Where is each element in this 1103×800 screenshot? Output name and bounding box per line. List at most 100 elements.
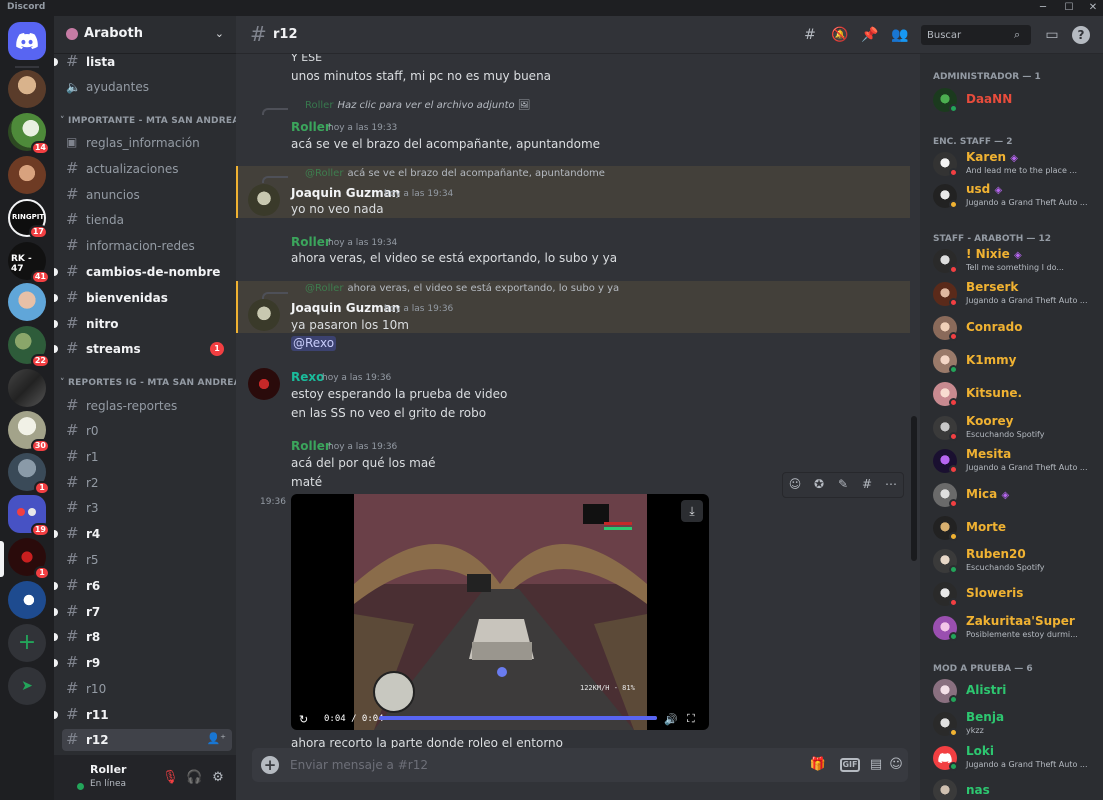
sticker-icon[interactable]: ▤ <box>866 756 886 774</box>
super-reaction-icon[interactable]: ✪ <box>809 477 829 491</box>
pinned-messages-icon[interactable]: 📌 <box>860 26 880 44</box>
minimize-button[interactable]: ─ <box>1031 0 1055 16</box>
member-item[interactable]: Kitsune. <box>928 378 1098 410</box>
channel-r3[interactable]: # r3 <box>62 497 232 519</box>
gift-icon[interactable]: 🎁 <box>808 756 828 774</box>
server-icon[interactable] <box>8 369 46 407</box>
channel-r7[interactable]: # r7 <box>54 601 232 623</box>
server-icon[interactable]: RINGPIT 17 <box>8 199 48 239</box>
message-author[interactable]: Roller <box>291 439 331 453</box>
member-item[interactable]: Conrado <box>928 312 1098 344</box>
server-icon[interactable]: 30 <box>8 411 50 453</box>
channel-r6[interactable]: # r6 <box>54 575 232 597</box>
member-item[interactable]: Loki Jugando a Grand Theft Auto ... <box>928 742 1098 774</box>
member-item[interactable]: Berserk Jugando a Grand Theft Auto ... <box>928 278 1098 310</box>
edit-icon[interactable]: ✎ <box>833 477 853 491</box>
reply-preview[interactable]: @Roller ahora veras, el video se está exp… <box>305 283 619 294</box>
member-item[interactable]: Ruben20 Escuchando Spotify <box>928 545 1098 577</box>
member-list-icon[interactable]: 👥 <box>890 26 910 44</box>
channel-bienvenidas[interactable]: # bienvenidas <box>54 287 232 309</box>
add-server-button[interactable]: + <box>8 624 46 662</box>
explore-servers-button[interactable]: ➤ <box>8 667 46 705</box>
member-item[interactable]: nas <box>928 775 1098 800</box>
emoji-icon[interactable]: ☺ <box>886 756 906 774</box>
server-icon[interactable]: RK - 47 41 <box>8 242 50 284</box>
help-icon[interactable]: ? <box>1072 26 1090 44</box>
member-item[interactable]: DaaNN <box>928 84 1098 116</box>
channel-informacion-redes[interactable]: # informacion-redes <box>62 235 232 257</box>
server-icon[interactable]: 14 <box>8 113 50 155</box>
channel-anuncios[interactable]: # anuncios <box>62 184 232 206</box>
member-item[interactable]: K1mmy <box>928 345 1098 377</box>
server-icon[interactable]: 22 <box>8 326 50 368</box>
video-player[interactable]: 122KM/H - 81% ⤓ ↻ 0:04 / 0:04 🔊 ⛶ <box>291 494 709 730</box>
close-button[interactable]: ✕ <box>1081 0 1103 16</box>
member-item[interactable]: Zakuritaa'Super Posiblemente estoy durmi… <box>928 612 1098 644</box>
mute-mic-icon[interactable]: 🎙 <box>162 770 179 786</box>
replay-icon[interactable]: ↻ <box>299 713 308 726</box>
member-item[interactable]: ! Nixie ◈ Tell me something I do... <box>928 245 1098 277</box>
channel-reglas-informacion[interactable]: ▣ reglas_información <box>62 132 232 154</box>
member-item[interactable]: usd ◈ Jugando a Grand Theft Auto ... <box>928 180 1098 212</box>
user-avatar[interactable] <box>248 299 280 331</box>
channel-r2[interactable]: # r2 <box>62 472 232 494</box>
channel-lista[interactable]: # lista <box>54 51 232 73</box>
channel-actualizaciones[interactable]: # actualizaciones <box>62 158 232 180</box>
channel-reglas-reportes[interactable]: # reglas-reportes <box>62 395 232 417</box>
video-progress-bar[interactable] <box>379 716 657 720</box>
user-avatar[interactable] <box>248 184 280 216</box>
server-icon[interactable]: 19 <box>8 495 50 537</box>
notifications-muted-icon[interactable]: 🔕 <box>830 26 850 44</box>
channel-r4[interactable]: # r4 <box>54 523 232 545</box>
settings-gear-icon[interactable]: ⚙ <box>210 770 226 786</box>
server-icon[interactable] <box>8 156 46 194</box>
channel-streams[interactable]: # streams 1 <box>54 338 232 360</box>
download-icon[interactable]: ⤓ <box>681 500 703 522</box>
server-icon[interactable] <box>8 581 46 619</box>
guild-header[interactable]: Araboth ⌄ <box>54 16 236 54</box>
reply-preview[interactable]: @Roller acá se ve el brazo del acompañant… <box>305 168 605 179</box>
category-importante[interactable]: ˅ IMPORTANTE - MTA SAN ANDREAS <box>60 116 246 126</box>
channel-r9[interactable]: # r9 <box>54 652 232 674</box>
user-avatar[interactable] <box>248 368 280 400</box>
attach-plus-icon[interactable]: + <box>261 756 279 774</box>
scrollbar[interactable] <box>911 416 917 561</box>
category-reportes[interactable]: ˅ REPORTES IG - MTA SAN ANDREAS <box>60 378 247 388</box>
inbox-icon[interactable]: ▭ <box>1042 26 1062 44</box>
message-author[interactable]: Roller <box>291 235 331 249</box>
headphones-icon[interactable]: 🎧 <box>186 770 202 786</box>
threads-icon[interactable]: # <box>800 26 820 44</box>
maximize-button[interactable]: ☐ <box>1057 0 1081 16</box>
channel-r10[interactable]: # r10 <box>62 678 232 700</box>
server-icon[interactable]: 1 <box>8 453 50 495</box>
server-icon[interactable]: 1 <box>8 538 50 580</box>
member-item[interactable]: Benja ykzz <box>928 708 1098 740</box>
member-item[interactable]: Mesita Jugando a Grand Theft Auto ... <box>928 445 1098 477</box>
add-member-icon[interactable]: 👤⁺ <box>206 732 226 745</box>
home-button[interactable] <box>8 22 46 60</box>
channel-r11[interactable]: # r11 <box>54 704 232 726</box>
more-options-icon[interactable]: ⋯ <box>881 477 901 491</box>
channel-nitro[interactable]: # nitro <box>54 313 232 335</box>
message-author[interactable]: Rexo <box>291 370 324 384</box>
channel-r12[interactable]: # r12 👤⁺ <box>62 729 232 751</box>
server-icon[interactable] <box>8 283 46 321</box>
reply-preview[interactable]: Roller Haz clic para ver el archivo adjun… <box>305 100 531 111</box>
channel-r0[interactable]: # r0 <box>62 420 232 442</box>
channel-r1[interactable]: # r1 <box>62 446 232 468</box>
gif-button[interactable]: GIF <box>840 758 860 772</box>
member-item[interactable]: Mica ◈ <box>928 479 1098 511</box>
message-input[interactable] <box>290 756 730 774</box>
member-item[interactable]: Sloweris <box>928 578 1098 610</box>
member-item[interactable]: Karen ◈ And lead me to the place ... <box>928 148 1098 180</box>
server-icon[interactable] <box>8 70 46 108</box>
member-item[interactable]: Morte <box>928 512 1098 544</box>
user-mention[interactable]: @Rexo <box>291 336 337 351</box>
add-reaction-icon[interactable]: ☺ <box>785 477 805 491</box>
channel-r5[interactable]: # r5 <box>62 549 232 571</box>
channel-tienda[interactable]: # tienda <box>62 209 232 231</box>
create-thread-icon[interactable]: # <box>857 477 877 491</box>
member-item[interactable]: Koorey Escuchando Spotify <box>928 412 1098 444</box>
channel-ayudantes[interactable]: 🔈 ayudantes <box>62 76 232 98</box>
message-author[interactable]: Roller <box>291 120 331 134</box>
